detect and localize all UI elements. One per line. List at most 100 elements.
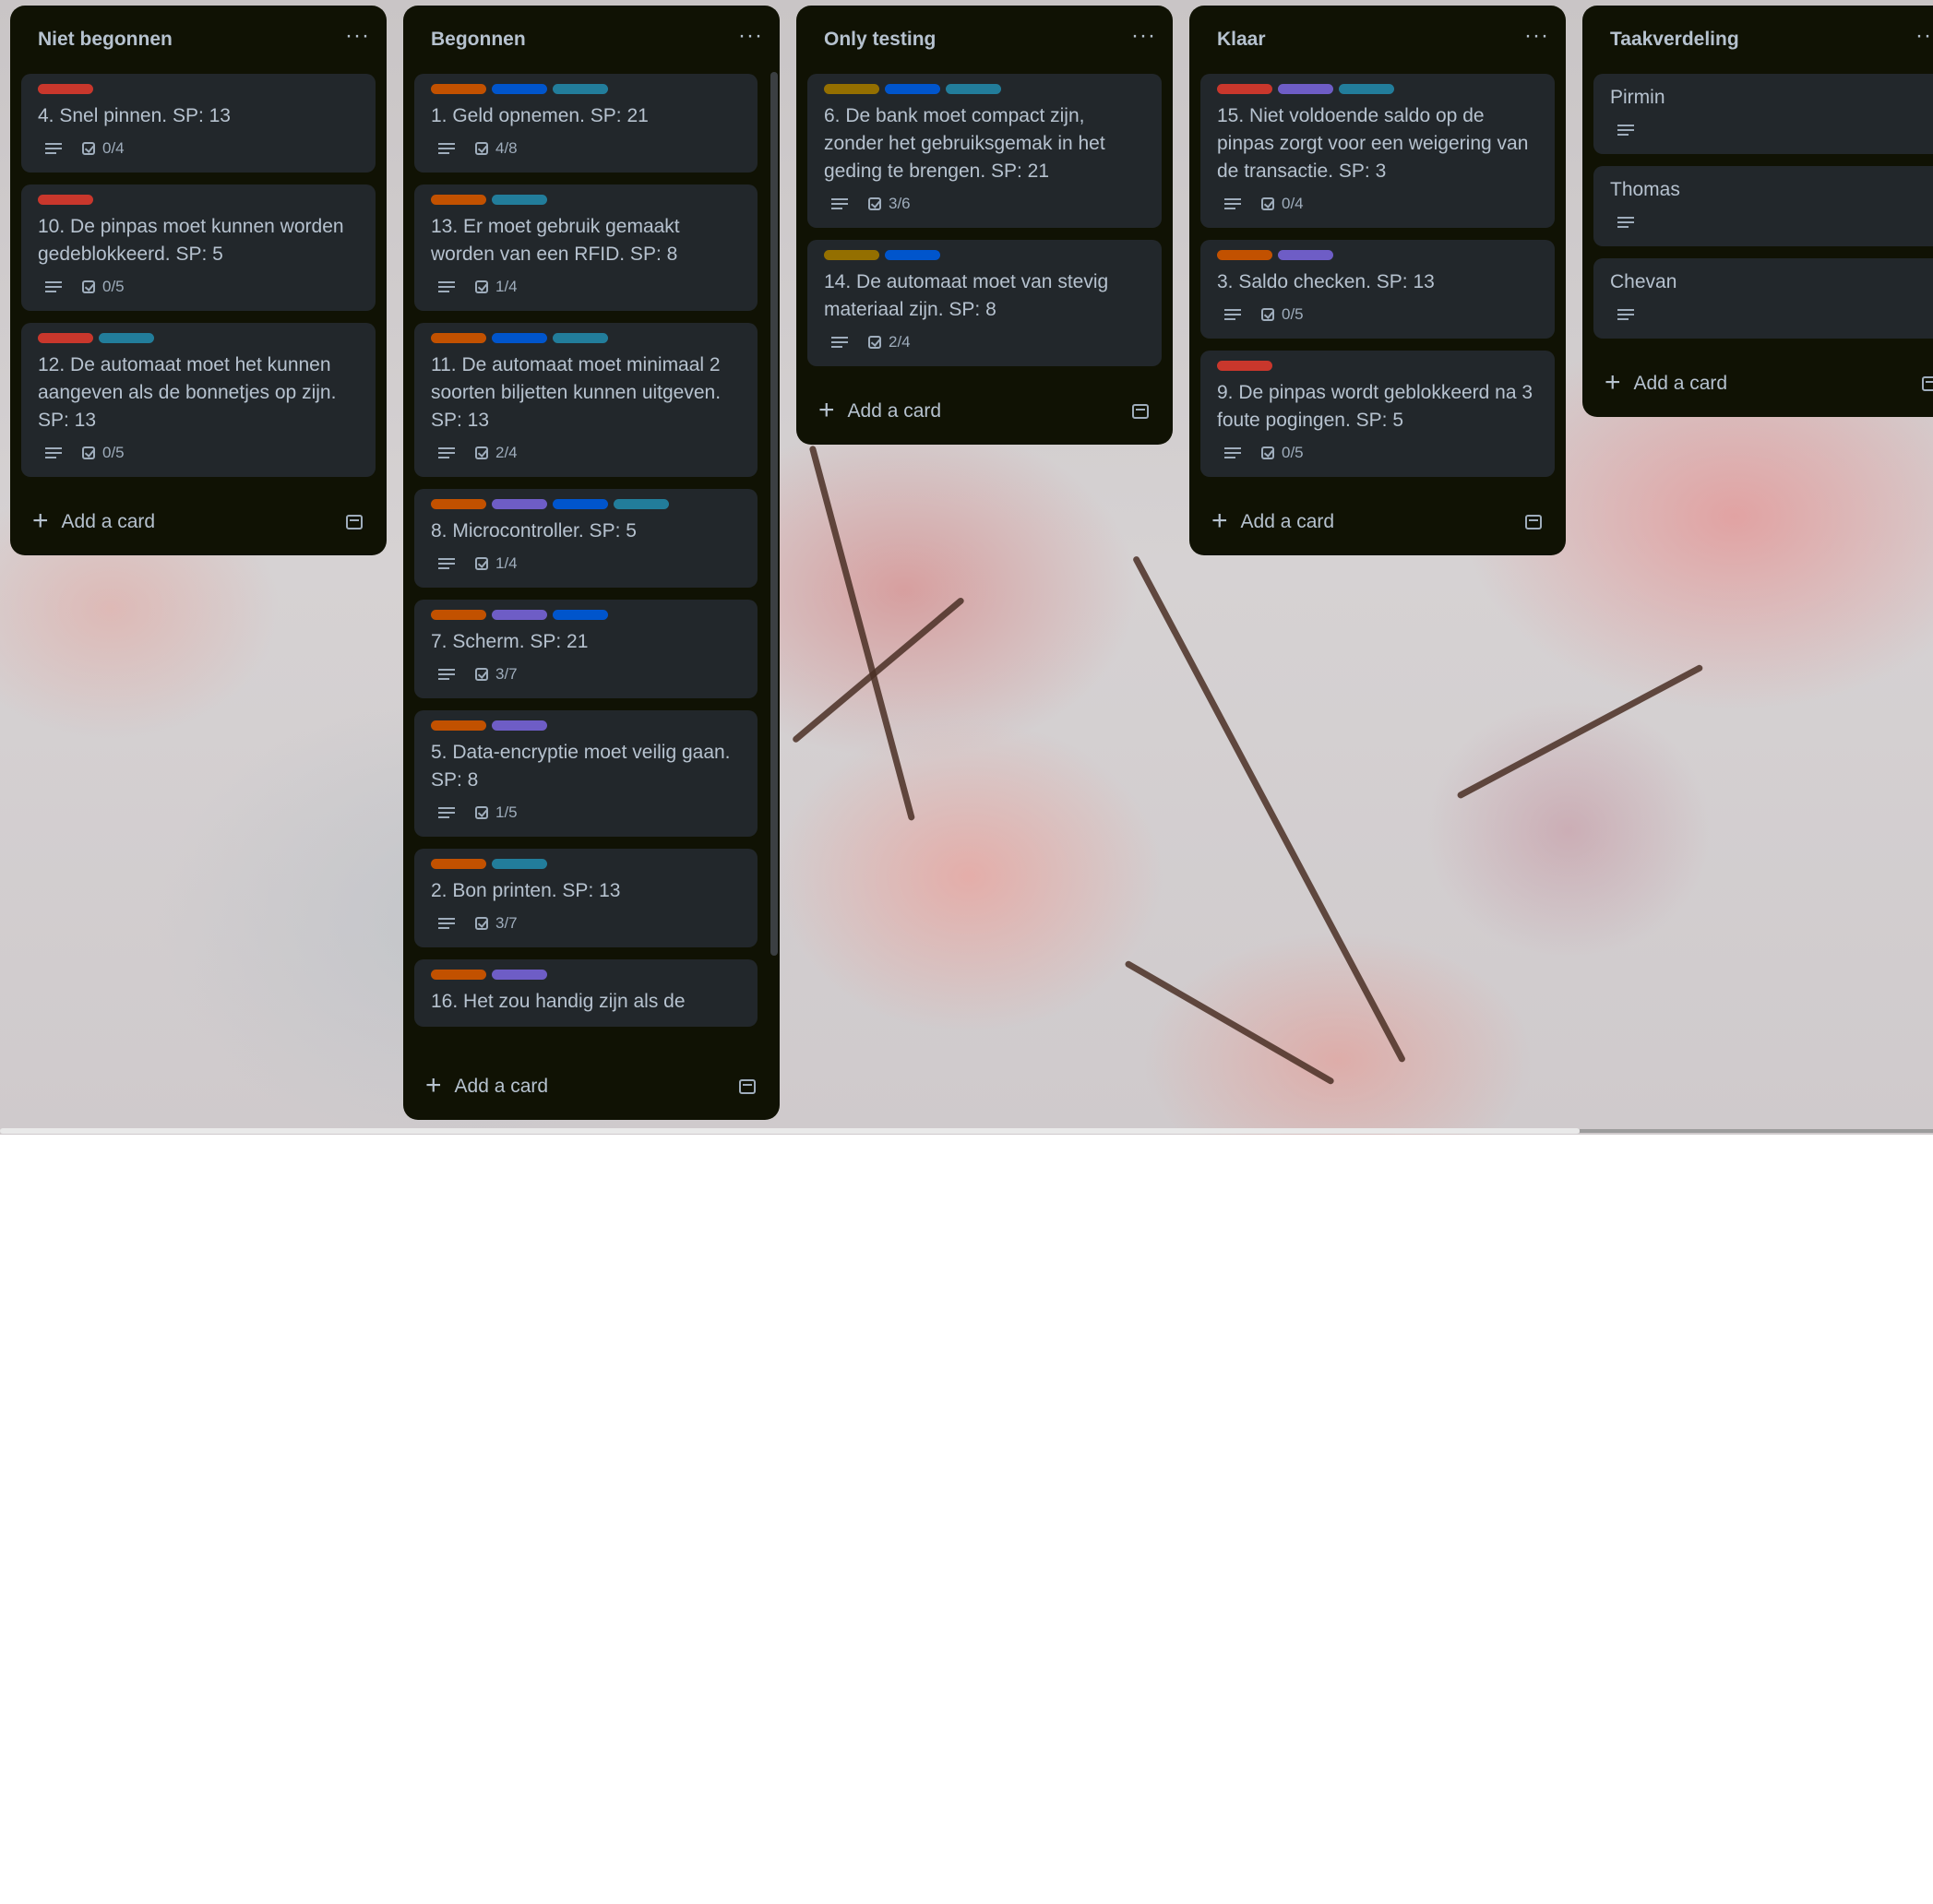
add-card-button[interactable]: + Add a card (32, 506, 155, 535)
card[interactable]: 13. Er moet gebruik gemaakt worden van e… (414, 184, 758, 311)
description-icon (438, 447, 455, 458)
list-title[interactable]: Only testing (824, 29, 936, 51)
list-menu-button[interactable]: ··· (1915, 25, 1933, 47)
list-title[interactable]: Taakverdeling (1610, 29, 1739, 51)
label-blue[interactable] (492, 333, 547, 343)
label-blue[interactable] (492, 84, 547, 94)
add-card-button[interactable]: + Add a card (1605, 368, 1727, 397)
card[interactable]: 4. Snel pinnen. SP: 13 0/4 (21, 74, 376, 173)
description-icon (438, 807, 455, 818)
add-card-button[interactable]: + Add a card (425, 1069, 548, 1101)
description-badge (438, 281, 455, 292)
label-orange[interactable] (431, 84, 486, 94)
label-purple[interactable] (1278, 84, 1333, 94)
background-branch (1456, 663, 1704, 800)
label-purple[interactable] (492, 610, 547, 620)
card-template-icon[interactable] (346, 515, 363, 530)
list-klaar: Klaar ··· 15. Niet voldoende saldo op de… (1189, 6, 1566, 555)
add-card-button[interactable]: + Add a card (1211, 506, 1334, 535)
card-labels (431, 859, 741, 869)
label-teal[interactable] (492, 195, 547, 205)
label-teal[interactable] (553, 84, 608, 94)
label-olive[interactable] (824, 84, 879, 94)
card[interactable]: 12. De automaat moet het kunnen aangeven… (21, 323, 376, 477)
label-red[interactable] (38, 195, 93, 205)
card[interactable]: 15. Niet voldoende saldo op de pinpas zo… (1200, 74, 1555, 228)
plus-icon: + (818, 394, 835, 425)
card-title: 15. Niet voldoende saldo op de pinpas zo… (1217, 105, 1529, 182)
card[interactable]: 16. Het zou handig zijn als de (414, 959, 758, 1027)
checklist-count: 0/4 (1282, 195, 1304, 212)
card[interactable]: 10. De pinpas moet kunnen worden gedeblo… (21, 184, 376, 311)
label-red[interactable] (38, 333, 93, 343)
card[interactable]: 8. Microcontroller. SP: 5 1/4 (414, 489, 758, 588)
list-vertical-scrollbar[interactable] (770, 72, 778, 956)
label-orange[interactable] (431, 499, 486, 509)
checklist-icon (475, 280, 488, 293)
checklist-icon (1261, 197, 1274, 210)
checklist-count: 0/5 (1282, 305, 1304, 323)
label-teal[interactable] (492, 859, 547, 869)
label-purple[interactable] (492, 499, 547, 509)
card[interactable]: 2. Bon printen. SP: 13 3/7 (414, 849, 758, 947)
card[interactable]: 6. De bank moet compact zijn, zonder het… (807, 74, 1162, 228)
list-title[interactable]: Begonnen (431, 29, 526, 51)
label-teal[interactable] (614, 499, 669, 509)
card-template-icon[interactable] (1525, 515, 1542, 530)
label-teal[interactable] (1339, 84, 1394, 94)
plus-icon: + (425, 1069, 442, 1101)
list-title[interactable]: Klaar (1217, 29, 1266, 51)
card-title: 14. De automaat moet van stevig materiaa… (824, 271, 1109, 320)
card-template-icon[interactable] (739, 1079, 756, 1094)
checklist-icon (475, 142, 488, 155)
label-orange[interactable] (1217, 250, 1272, 260)
card[interactable]: 9. De pinpas wordt geblokkeerd na 3 fout… (1200, 351, 1555, 477)
card-title: 3. Saldo checken. SP: 13 (1217, 271, 1435, 292)
card[interactable]: Chevan (1593, 258, 1933, 339)
label-teal[interactable] (946, 84, 1001, 94)
label-orange[interactable] (431, 970, 486, 980)
label-blue[interactable] (553, 610, 608, 620)
label-orange[interactable] (431, 610, 486, 620)
card[interactable]: 5. Data-encryptie moet veilig gaan. SP: … (414, 710, 758, 837)
board-horizontal-scrollbar[interactable] (0, 1128, 1580, 1134)
card-template-icon[interactable] (1922, 376, 1933, 391)
list-menu-button[interactable]: ··· (1131, 25, 1156, 47)
list-title[interactable]: Niet begonnen (38, 29, 173, 51)
label-orange[interactable] (431, 195, 486, 205)
card-labels (1217, 84, 1538, 94)
label-blue[interactable] (885, 250, 940, 260)
label-purple[interactable] (492, 720, 547, 731)
label-teal[interactable] (553, 333, 608, 343)
label-teal[interactable] (99, 333, 154, 343)
label-red[interactable] (38, 84, 93, 94)
list-menu-button[interactable]: ··· (1524, 25, 1549, 47)
list-menu-button[interactable]: ··· (738, 25, 763, 47)
card-list: 1. Geld opnemen. SP: 21 4/8 13. Er moet … (414, 74, 758, 1053)
list-menu-button[interactable]: ··· (345, 25, 370, 47)
card-title: Thomas (1610, 179, 1680, 200)
label-blue[interactable] (553, 499, 608, 509)
card-template-icon[interactable] (1132, 404, 1149, 419)
card[interactable]: Pirmin (1593, 74, 1933, 154)
card[interactable]: 7. Scherm. SP: 21 3/7 (414, 600, 758, 698)
label-red[interactable] (1217, 84, 1272, 94)
add-card-button[interactable]: + Add a card (818, 394, 941, 425)
card-list: 15. Niet voldoende saldo op de pinpas zo… (1200, 74, 1555, 477)
description-icon (45, 447, 62, 458)
label-purple[interactable] (1278, 250, 1333, 260)
card[interactable]: Thomas (1593, 166, 1933, 246)
label-red[interactable] (1217, 361, 1272, 371)
label-olive[interactable] (824, 250, 879, 260)
description-icon (45, 281, 62, 292)
label-blue[interactable] (885, 84, 940, 94)
label-orange[interactable] (431, 720, 486, 731)
label-orange[interactable] (431, 333, 486, 343)
card[interactable]: 3. Saldo checken. SP: 13 0/5 (1200, 240, 1555, 339)
label-purple[interactable] (492, 970, 547, 980)
card[interactable]: 11. De automaat moet minimaal 2 soorten … (414, 323, 758, 477)
label-orange[interactable] (431, 859, 486, 869)
card[interactable]: 1. Geld opnemen. SP: 21 4/8 (414, 74, 758, 173)
checklist-icon (475, 917, 488, 930)
card[interactable]: 14. De automaat moet van stevig materiaa… (807, 240, 1162, 366)
